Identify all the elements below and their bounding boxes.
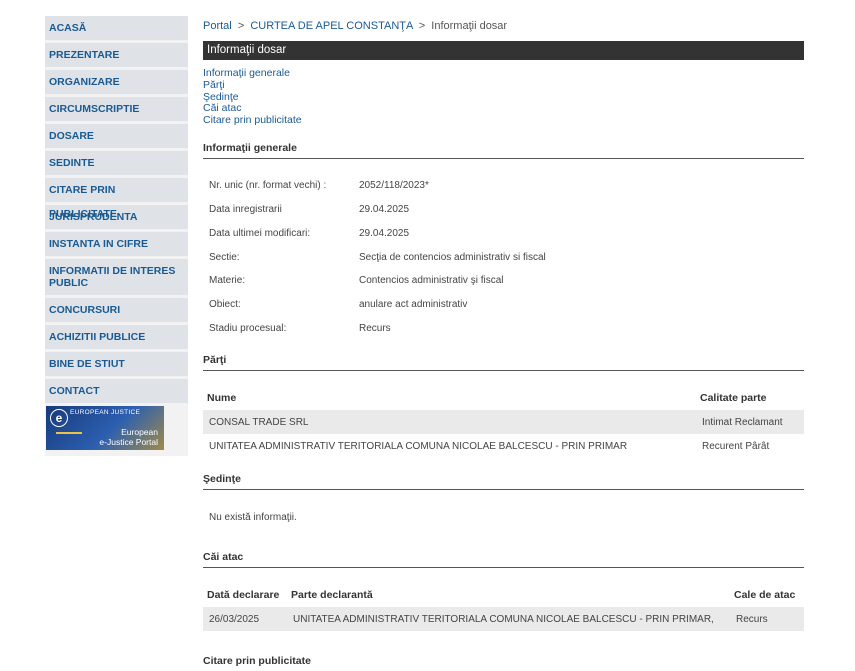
table-row: UNITATEA ADMINISTRATIV TERITORIALA COMUN… <box>203 434 804 458</box>
page-title: Informaţii dosar <box>203 41 804 60</box>
ejustice-label-1: European <box>121 427 158 437</box>
ejustice-label-2: e-Justice Portal <box>99 436 158 447</box>
info-value: 29.04.2025 <box>359 228 410 239</box>
info-value: Recurs <box>359 323 391 334</box>
info-key: Obiect: <box>209 299 241 310</box>
section-heading-citare: Citare prin publicitate <box>203 655 311 667</box>
nav-item-contact[interactable]: CONTACT <box>45 379 188 403</box>
nav-item-concursuri[interactable]: CONCURSURI <box>45 298 188 322</box>
ejustice-bottom-text: European e-Justice Portal <box>99 427 158 447</box>
info-row: Sectie: Secţia de contencios administrati… <box>209 252 546 263</box>
info-row: Data inregistrarii 29.04.2025 <box>209 204 409 215</box>
nav-item-bine-de-stiut[interactable]: BINE DE STIUT <box>45 352 188 376</box>
breadcrumb-sep: > <box>237 20 245 32</box>
info-key: Materie: <box>209 275 246 286</box>
scale-icon <box>56 432 82 434</box>
info-key: Stadiu procesual: <box>209 323 287 334</box>
anchor-link-parti[interactable]: Părţi <box>203 79 302 92</box>
breadcrumb-court[interactable]: CURTEA DE APEL CONSTANŢA <box>250 20 412 32</box>
info-row: Obiect: anulare act administrativ <box>209 299 467 310</box>
cai-date: 26/03/2025 <box>203 607 287 631</box>
sedinte-empty-message: Nu există informaţii. <box>209 512 297 523</box>
col-header-parte: Parte declarantă <box>291 589 373 601</box>
nav-item-prezentare[interactable]: PREZENTARE <box>45 43 188 67</box>
ejustice-top-text: EUROPEAN JUSTICE <box>70 409 141 416</box>
info-row: Data ultimei modificari: 29.04.2025 <box>209 228 409 239</box>
table-header-row: Dată declarare Parte declarantă Cale de … <box>203 583 804 607</box>
section-heading-general: Informaţii generale <box>203 142 804 159</box>
col-header-nume: Nume <box>207 392 237 404</box>
breadcrumb-portal[interactable]: Portal <box>203 20 232 32</box>
party-role: Recurent Pârât <box>702 440 770 452</box>
nav-item-sedinte[interactable]: SEDINTE <box>45 151 188 175</box>
col-header-cale: Cale de atac <box>734 589 796 601</box>
nav-item-achizitii[interactable]: ACHIZITII PUBLICE <box>45 325 188 349</box>
info-value: Secţia de contencios administrativ si fi… <box>359 252 546 263</box>
section-heading-sedinte: Şedinţe <box>203 473 804 490</box>
party-name: CONSAL TRADE SRL <box>203 410 696 434</box>
col-header-calitate: Calitate parte <box>700 392 767 404</box>
info-key: Data ultimei modificari: <box>209 228 311 239</box>
nav-item-dosare[interactable]: DOSARE <box>45 124 188 148</box>
nav-item-acasa[interactable]: ACASĂ <box>45 16 188 40</box>
table-row: 26/03/2025 UNITATEA ADMINISTRATIV TERITO… <box>203 607 804 631</box>
breadcrumb-sep: > <box>418 20 426 32</box>
section-heading-parti: Părţi <box>203 354 804 371</box>
info-row: Nr. unic (nr. format vechi) : 2052/118/20… <box>209 180 429 191</box>
nav-item-jurisprudenta[interactable]: JURISPRUDENTA <box>45 205 188 229</box>
nav-item-organizare[interactable]: ORGANIZARE <box>45 70 188 94</box>
info-row: Materie: Contencios administrativ şi fisc… <box>209 275 504 286</box>
section-heading-cai-atac: Căi atac <box>203 551 804 568</box>
info-key: Nr. unic (nr. format vechi) : <box>209 180 327 191</box>
nav-item-instanta-in-cifre[interactable]: INSTANTA IN CIFRE <box>45 232 188 256</box>
cai-atac-table: Dată declarare Parte declarantă Cale de … <box>203 583 804 631</box>
info-value: Contencios administrativ şi fiscal <box>359 275 504 286</box>
parti-table: Nume Calitate parte CONSAL TRADE SRL Int… <box>203 386 804 458</box>
party-name: UNITATEA ADMINISTRATIV TERITORIALA COMUN… <box>209 440 628 452</box>
info-key: Sectie: <box>209 252 240 263</box>
nav-item-citare[interactable]: CITARE PRIN PUBLICITATE <box>45 178 188 220</box>
breadcrumb-current: Informaţii dosar <box>431 20 508 32</box>
info-key: Data inregistrarii <box>209 204 282 215</box>
col-header-data: Dată declarare <box>207 589 280 601</box>
nav-item-informatii-interes-public[interactable]: INFORMATII DE INTERES PUBLIC <box>45 259 188 295</box>
section-anchor-links: Informaţii generale Părţi Şedinţe Căi at… <box>203 67 302 127</box>
breadcrumb: Portal > CURTEA DE APEL CONSTANŢA > Info… <box>203 20 507 32</box>
anchor-link-citare[interactable]: Citare prin publicitate <box>203 114 302 127</box>
cai-type: Recurs <box>730 607 804 631</box>
ejustice-logo-icon: e <box>50 409 68 427</box>
ejustice-portal-banner[interactable]: e EUROPEAN JUSTICE European e-Justice Po… <box>46 406 164 450</box>
info-row: Stadiu procesual: Recurs <box>209 323 391 334</box>
cai-party: UNITATEA ADMINISTRATIV TERITORIALA COMUN… <box>287 607 730 631</box>
party-role: Intimat Reclamant <box>696 410 804 434</box>
nav-item-circumscriptie[interactable]: CIRCUMSCRIPTIE <box>45 97 188 121</box>
table-row: CONSAL TRADE SRL Intimat Reclamant <box>203 410 804 434</box>
table-header-row: Nume Calitate parte <box>203 386 804 410</box>
info-value: 2052/118/2023* <box>359 180 429 191</box>
sidebar-nav: ACASĂ PREZENTARE ORGANIZARE CIRCUMSCRIPT… <box>45 16 188 456</box>
info-value: anulare act administrativ <box>359 299 468 310</box>
info-value: 29.04.2025 <box>359 204 410 215</box>
